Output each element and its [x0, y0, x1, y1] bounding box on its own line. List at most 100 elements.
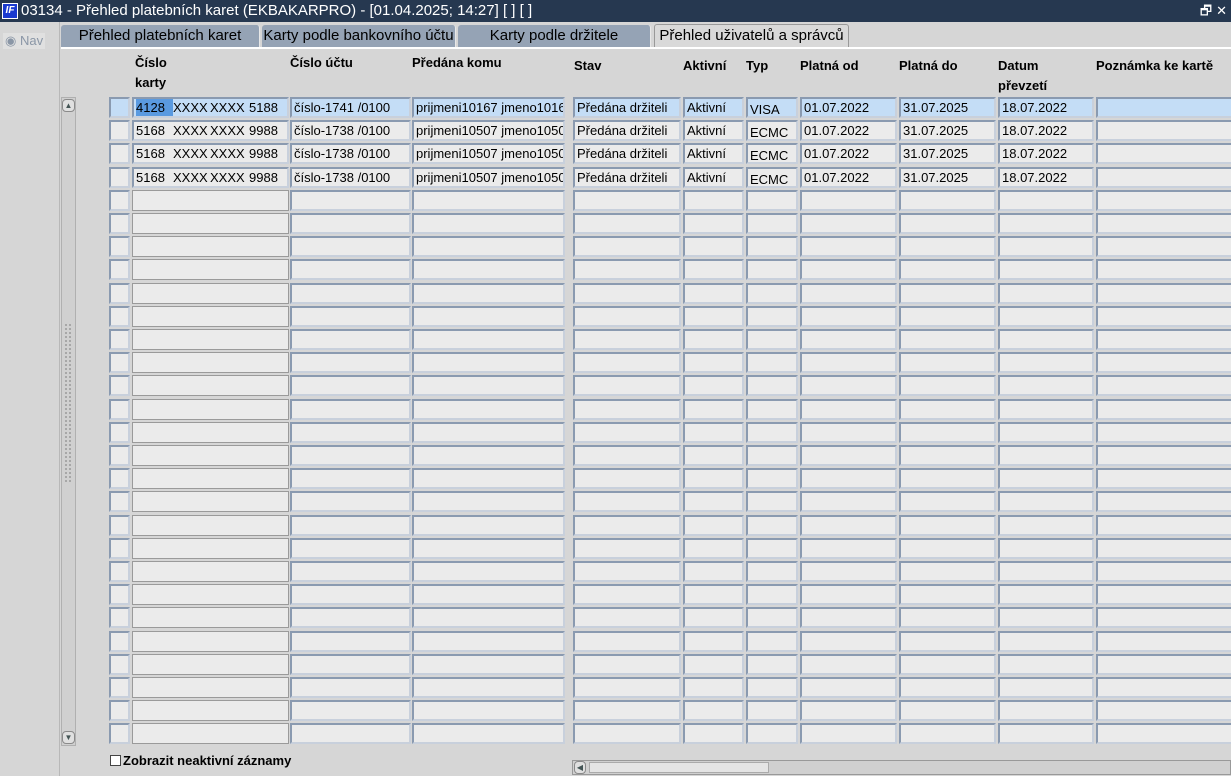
cell-note[interactable]	[1096, 607, 1231, 628]
cell-account[interactable]: číslo-1738 /0100	[290, 120, 411, 141]
cell-valid-from[interactable]	[800, 399, 897, 420]
cell-card[interactable]	[132, 283, 289, 304]
cell-card[interactable]	[132, 538, 289, 559]
cell-state[interactable]	[573, 283, 681, 304]
cell-handed-to[interactable]	[412, 190, 565, 211]
cell-valid-from[interactable]	[800, 515, 897, 536]
cell-taken[interactable]	[998, 236, 1094, 257]
cell-valid-to[interactable]	[899, 375, 996, 396]
cell-state[interactable]	[573, 700, 681, 721]
cell-note[interactable]	[1096, 97, 1231, 118]
tab-cards-by-holder[interactable]: Karty podle držitele	[458, 25, 651, 47]
cell-valid-to[interactable]	[899, 677, 996, 698]
cell-taken[interactable]	[998, 445, 1094, 466]
cell-state[interactable]	[573, 491, 681, 512]
cell-taken[interactable]	[998, 352, 1094, 373]
row-selector[interactable]	[109, 631, 130, 652]
cell-taken[interactable]	[998, 399, 1094, 420]
cell-valid-from[interactable]	[800, 422, 897, 443]
cell-active[interactable]	[683, 723, 744, 744]
cell-card[interactable]	[132, 190, 289, 211]
cell-valid-to[interactable]	[899, 561, 996, 582]
cell-note[interactable]	[1096, 399, 1231, 420]
cell-state[interactable]	[573, 561, 681, 582]
cell-state[interactable]	[573, 306, 681, 327]
cell-active[interactable]	[683, 352, 744, 373]
cell-account[interactable]	[290, 352, 411, 373]
row-selector[interactable]	[109, 445, 130, 466]
cell-handed-to[interactable]	[412, 375, 565, 396]
cell-active[interactable]	[683, 468, 744, 489]
cell-type[interactable]	[746, 213, 798, 234]
cell-valid-from[interactable]	[800, 491, 897, 512]
cell-taken[interactable]	[998, 654, 1094, 675]
row-selector[interactable]	[109, 236, 130, 257]
cell-active[interactable]	[683, 607, 744, 628]
cell-handed-to[interactable]	[412, 213, 565, 234]
cell-handed-to[interactable]	[412, 700, 565, 721]
cell-valid-from[interactable]: 01.07.2022	[800, 97, 897, 118]
cell-active[interactable]	[683, 375, 744, 396]
cell-account[interactable]	[290, 375, 411, 396]
cell-valid-to[interactable]	[899, 399, 996, 420]
cell-taken[interactable]	[998, 375, 1094, 396]
cell-handed-to[interactable]	[412, 259, 565, 280]
cell-note[interactable]	[1096, 375, 1231, 396]
cell-type[interactable]	[746, 561, 798, 582]
row-selector[interactable]	[109, 259, 130, 280]
cell-valid-to[interactable]	[899, 515, 996, 536]
cell-note[interactable]	[1096, 120, 1231, 141]
cell-taken[interactable]	[998, 677, 1094, 698]
cell-handed-to[interactable]: prijmeni10507 jmeno10507	[412, 143, 565, 164]
cell-valid-from[interactable]	[800, 236, 897, 257]
cell-valid-to[interactable]	[899, 190, 996, 211]
cell-card[interactable]	[132, 445, 289, 466]
cell-account[interactable]	[290, 561, 411, 582]
cell-account[interactable]	[290, 190, 411, 211]
cell-account[interactable]	[290, 306, 411, 327]
cell-state[interactable]	[573, 515, 681, 536]
cell-valid-from[interactable]: 01.07.2022	[800, 167, 897, 188]
cell-note[interactable]	[1096, 329, 1231, 350]
cell-note[interactable]	[1096, 352, 1231, 373]
cell-valid-to[interactable]	[899, 306, 996, 327]
cell-note[interactable]	[1096, 631, 1231, 652]
cell-valid-from[interactable]	[800, 259, 897, 280]
cell-taken[interactable]	[998, 515, 1094, 536]
cell-handed-to[interactable]	[412, 445, 565, 466]
cell-state[interactable]	[573, 375, 681, 396]
vertical-scrollbar[interactable]: ▲ ▼	[61, 97, 76, 746]
cell-valid-from[interactable]	[800, 723, 897, 744]
row-selector[interactable]	[109, 213, 130, 234]
cell-taken[interactable]	[998, 468, 1094, 489]
row-selector[interactable]	[109, 167, 130, 188]
cell-account[interactable]	[290, 236, 411, 257]
cell-taken[interactable]	[998, 259, 1094, 280]
cell-taken[interactable]	[998, 607, 1094, 628]
cell-valid-from[interactable]	[800, 607, 897, 628]
cell-type[interactable]	[746, 677, 798, 698]
cell-type[interactable]	[746, 515, 798, 536]
row-selector[interactable]	[109, 677, 130, 698]
row-selector[interactable]	[109, 538, 130, 559]
cell-active[interactable]	[683, 631, 744, 652]
cell-account[interactable]	[290, 491, 411, 512]
scroll-down-icon[interactable]: ▼	[62, 731, 75, 744]
cell-valid-from[interactable]	[800, 584, 897, 605]
cell-account[interactable]	[290, 607, 411, 628]
cell-handed-to[interactable]	[412, 515, 565, 536]
cell-valid-to[interactable]	[899, 236, 996, 257]
cell-state[interactable]	[573, 236, 681, 257]
cell-type[interactable]	[746, 538, 798, 559]
cell-valid-from[interactable]	[800, 445, 897, 466]
cell-valid-to[interactable]	[899, 723, 996, 744]
cell-valid-to[interactable]	[899, 700, 996, 721]
cell-state[interactable]	[573, 607, 681, 628]
cell-type[interactable]: VISA	[746, 97, 798, 118]
cell-type[interactable]	[746, 352, 798, 373]
show-inactive-checkbox[interactable]: Zobrazit neaktivní záznamy	[110, 753, 291, 768]
cell-taken[interactable]	[998, 584, 1094, 605]
cell-valid-to[interactable]: 31.07.2025	[899, 143, 996, 164]
cell-account[interactable]	[290, 723, 411, 744]
cell-taken[interactable]: 18.07.2022	[998, 143, 1094, 164]
